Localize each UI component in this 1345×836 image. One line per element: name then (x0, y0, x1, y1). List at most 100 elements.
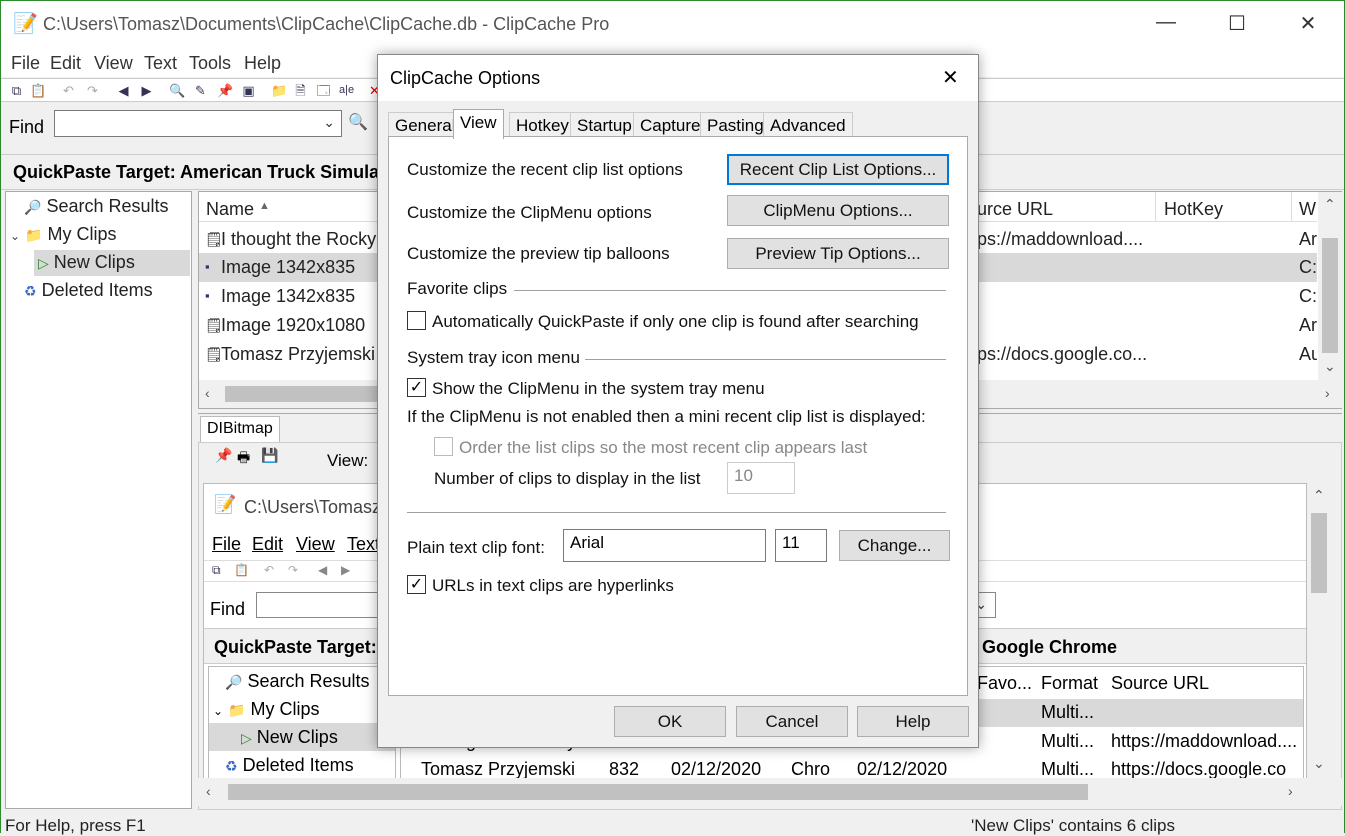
search-icon[interactable]: 🔍 (348, 112, 368, 132)
status-clip-count: 'New Clips' contains 6 clips (971, 816, 1175, 835)
chevron-down-icon: ⌄ (323, 114, 335, 130)
scroll-down-icon[interactable]: ⌄ (1324, 358, 1336, 375)
maximize-button[interactable]: ☐ (1217, 11, 1257, 36)
tab-pasting[interactable]: Pasting (700, 112, 771, 138)
view-label: View: (327, 451, 369, 470)
find-combo[interactable]: ⌄ (54, 110, 342, 137)
app-icon: 📝 (214, 494, 237, 514)
show-clipmenu-label: Show the ClipMenu in the system tray men… (432, 379, 765, 398)
folder-icon: 📁 (25, 227, 43, 243)
new-clips-folder-icon: ▷ (38, 255, 49, 271)
find-label: Find (9, 117, 45, 137)
back-icon[interactable]: ◀ (116, 83, 131, 98)
help-button[interactable]: Help (857, 706, 969, 737)
scroll-right-icon[interactable]: › (1325, 385, 1330, 401)
scroll-left-icon[interactable]: ‹ (205, 385, 210, 401)
tab-startup[interactable]: Startup (570, 112, 639, 138)
tree-item-my-clips[interactable]: ⌄ 📁 My Clips (10, 224, 117, 245)
ok-button[interactable]: OK (614, 706, 726, 737)
pin-icon[interactable]: 📌 (215, 447, 232, 464)
menu-help[interactable]: Help (244, 53, 281, 74)
preview-vertical-scrollbar[interactable]: ⌃ ⌄ (1307, 483, 1331, 783)
dialog-title-bar: ClipCache Options ✕ (378, 55, 978, 101)
scroll-thumb[interactable] (228, 784, 1088, 800)
tree-item-search-results[interactable]: 🔎 Search Results (24, 196, 169, 217)
show-clipmenu-checkbox[interactable]: ✓ (407, 378, 426, 397)
dialog-title: ClipCache Options (390, 68, 541, 88)
scroll-right-icon[interactable]: › (1288, 783, 1293, 799)
new-clip-icon[interactable]: 🗎 (293, 83, 308, 98)
save-icon[interactable]: 💾 (261, 447, 278, 464)
image-icon: ▪ (205, 288, 210, 303)
menu-text[interactable]: Text (144, 53, 177, 74)
column-source-url[interactable]: urce URL (977, 199, 1053, 220)
scroll-thumb[interactable] (225, 386, 385, 402)
scroll-down-icon[interactable]: ⌄ (1313, 755, 1325, 772)
preview-horizontal-scrollbar[interactable]: ‹ › (198, 778, 1342, 806)
num-clips-input[interactable]: 10 (727, 462, 795, 494)
image-icon: ▪ (205, 259, 210, 274)
preview-tip-label: Customize the preview tip balloons (407, 244, 670, 263)
tools-icon[interactable]: ✎ (193, 83, 208, 98)
menu-file[interactable]: File (11, 53, 40, 74)
font-label: Plain text clip font: (407, 538, 545, 557)
scroll-left-icon[interactable]: ‹ (206, 783, 211, 799)
spellcheck-icon[interactable]: a|e (339, 83, 354, 98)
search-folder-icon: 🔎 (24, 199, 42, 215)
dialog-close-button[interactable]: ✕ (942, 65, 959, 90)
clipmenu-options-button[interactable]: ClipMenu Options... (727, 195, 949, 226)
tab-capture[interactable]: Capture (633, 112, 708, 138)
forward-icon[interactable]: ▶ (139, 83, 154, 98)
scroll-up-icon[interactable]: ⌃ (1324, 196, 1336, 213)
tab-view[interactable]: View (453, 109, 504, 139)
folder-tree: 🔎 Search Results ⌄ 📁 My Clips ▷ New Clip… (5, 191, 192, 809)
tree-item-new-clips[interactable]: ▷ New Clips (34, 250, 190, 276)
order-last-checkbox[interactable] (434, 437, 453, 456)
chevron-down-icon[interactable]: ⌄ (10, 229, 20, 243)
properties-icon[interactable]: 🗔 (316, 83, 331, 98)
find-icon[interactable]: 🔍 (169, 83, 185, 98)
tab-general[interactable]: General (388, 112, 463, 138)
column-hotkey[interactable]: HotKey (1164, 199, 1223, 220)
cancel-button[interactable]: Cancel (736, 706, 848, 737)
window-icon[interactable]: ▣ (241, 83, 256, 98)
scroll-thumb[interactable] (1322, 238, 1338, 353)
tab-dibitmap[interactable]: DIBitmap (200, 416, 280, 442)
new-folder-icon[interactable]: 📁 (271, 83, 287, 98)
menu-view[interactable]: View (94, 53, 133, 74)
menu-tools[interactable]: Tools (189, 53, 231, 74)
recent-clip-label: Customize the recent clip list options (407, 160, 683, 179)
status-help: For Help, press F1 (5, 816, 146, 835)
font-name-input[interactable]: Arial (563, 529, 766, 562)
copy-icon[interactable]: ⧉ (9, 83, 24, 98)
recent-clip-list-options-button[interactable]: Recent Clip List Options... (727, 154, 949, 185)
options-dialog: ClipCache Options ✕ General View Hotkey … (377, 54, 979, 748)
pin-icon[interactable]: 📌 (217, 83, 233, 98)
column-w[interactable]: W (1299, 199, 1316, 220)
favorite-clips-group: Favorite clips (407, 279, 508, 298)
tree-item-deleted-items[interactable]: ♻ Deleted Items (24, 280, 153, 301)
hyperlinks-checkbox[interactable]: ✓ (407, 575, 426, 594)
preview-tip-options-button[interactable]: Preview Tip Options... (727, 238, 949, 269)
tab-advanced[interactable]: Advanced (763, 112, 853, 138)
recycle-bin-icon: ♻ (24, 283, 37, 299)
print-icon[interactable]: 🖶 (237, 447, 250, 471)
paste-icon[interactable]: 📋 (30, 83, 46, 98)
menu-edit[interactable]: Edit (50, 53, 81, 74)
close-button[interactable]: ✕ (1288, 11, 1328, 36)
auto-quickpaste-checkbox[interactable] (407, 311, 426, 330)
scroll-up-icon[interactable]: ⌃ (1313, 487, 1325, 504)
vertical-scrollbar[interactable]: ⌃ ⌄ (1318, 192, 1342, 380)
mini-list-info: If the ClipMenu is not enabled then a mi… (407, 407, 926, 426)
tab-hotkey[interactable]: Hotkey (509, 112, 576, 138)
title-bar: 📝 C:\Users\Tomasz\Documents\ClipCache\Cl… (1, 1, 1344, 47)
font-size-input[interactable]: 11 (775, 529, 827, 562)
column-name[interactable]: Name (206, 199, 254, 220)
sort-up-icon: ▲ (259, 200, 270, 212)
auto-quickpaste-label: Automatically QuickPaste if only one cli… (432, 312, 919, 331)
change-font-button[interactable]: Change... (839, 530, 950, 561)
scroll-thumb[interactable] (1311, 513, 1327, 593)
redo-icon[interactable]: ↷ (85, 83, 100, 98)
undo-icon[interactable]: ↶ (61, 83, 76, 98)
minimize-button[interactable]: — (1146, 11, 1186, 34)
